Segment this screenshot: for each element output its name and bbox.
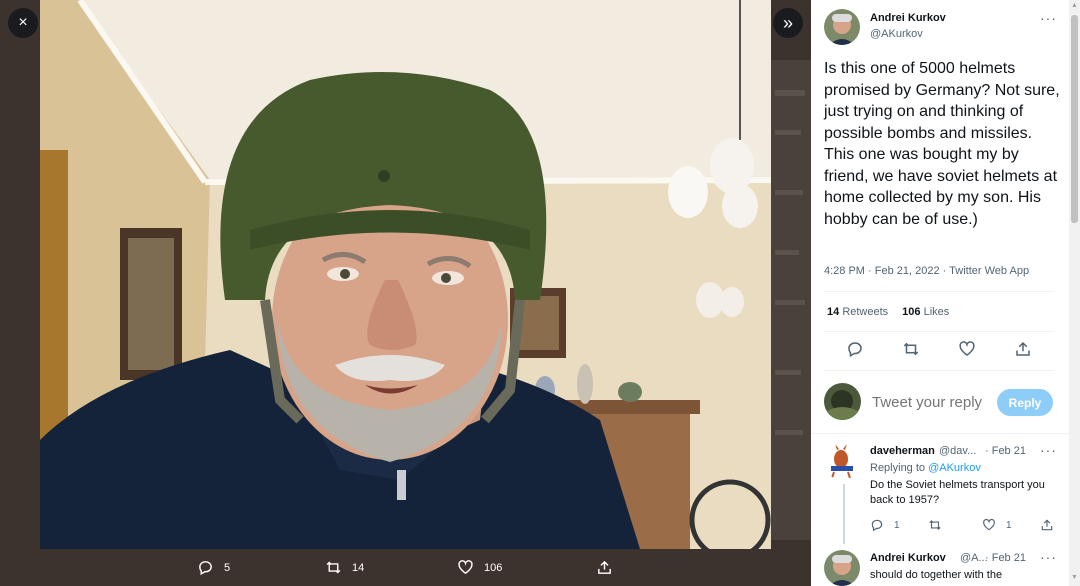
reply-avatar[interactable]: [824, 444, 860, 480]
reply-like-button[interactable]: 1: [982, 518, 1012, 532]
reply-date[interactable]: · Feb 21: [985, 552, 1026, 564]
close-icon: ×: [18, 14, 28, 31]
retweet-button[interactable]: [902, 340, 922, 360]
reply-avatar[interactable]: [824, 550, 860, 586]
heart-icon: [959, 341, 975, 356]
reply-author-name[interactable]: Andrei Kurkov: [870, 552, 946, 564]
reply-share-button[interactable]: [1040, 518, 1054, 532]
media-like-button[interactable]: 106: [457, 549, 502, 586]
divider: [824, 331, 1054, 332]
reply-input[interactable]: [872, 394, 992, 411]
reply-icon: [871, 519, 883, 532]
share-icon: [1016, 341, 1030, 356]
media-reply-count: 5: [224, 561, 231, 574]
scrollbar-thumb[interactable]: [1071, 15, 1078, 223]
share-icon: [598, 560, 611, 574]
likes-count: 106: [902, 306, 921, 318]
reply-like-count: 1: [1006, 519, 1012, 531]
media-action-bar: 5 14 106: [0, 549, 811, 586]
current-user-avatar[interactable]: [824, 383, 861, 420]
like-button[interactable]: [958, 340, 978, 360]
reply-reply-count: 1: [894, 519, 900, 531]
tweet-text: Is this one of 5000 helmets promised by …: [824, 60, 1060, 228]
replying-to-handle[interactable]: @AKurkov: [928, 462, 981, 474]
reply-icon: [199, 561, 212, 576]
tweet-actions: [811, 340, 1069, 362]
divider: [811, 433, 1069, 434]
close-button[interactable]: ×: [8, 8, 38, 38]
media-retweet-count: 14: [352, 561, 365, 574]
retweets-stat[interactable]: 14 Retweets: [827, 306, 888, 318]
divider: [824, 370, 1054, 371]
likes-stat[interactable]: 106 Likes: [902, 306, 949, 318]
retweets-count: 14: [827, 306, 840, 318]
reply-reply-button[interactable]: 1: [870, 518, 900, 532]
helmet-selfie-image: [40, 0, 771, 549]
media-reply-button[interactable]: 5: [197, 549, 230, 586]
reply-author-handle[interactable]: @dav...: [939, 445, 976, 457]
reply-text: should do together with the: [870, 569, 1003, 581]
tweet-photo[interactable]: [40, 0, 771, 549]
reply-more-options-icon[interactable]: ···: [1040, 549, 1057, 565]
share-button[interactable]: [1014, 340, 1034, 360]
reply-button[interactable]: [846, 340, 866, 360]
reply-composer: Reply: [811, 378, 1069, 428]
scroll-down-arrow-icon[interactable]: ▼: [1069, 574, 1080, 584]
reply-author-handle[interactable]: @A...: [960, 552, 988, 564]
tweet-time[interactable]: 4:28 PM: [824, 265, 865, 277]
tweet-date[interactable]: Feb 21, 2022: [875, 265, 940, 277]
tweet-source[interactable]: Twitter Web App: [949, 265, 1029, 277]
author-handle[interactable]: @AKurkov: [870, 28, 923, 40]
reply-text: Do the Soviet helmets transport you back…: [870, 479, 1045, 506]
double-chevron-right-icon: »: [782, 12, 793, 33]
media-share-button[interactable]: [596, 549, 613, 586]
retweet-icon: [326, 561, 341, 574]
tweet-stats: 14 Retweets 106 Likes: [827, 306, 949, 318]
meta-separator: ·: [864, 265, 875, 277]
share-icon: [1041, 519, 1053, 531]
scroll-up-arrow-icon[interactable]: ▲: [1069, 2, 1080, 12]
retweet-icon: [903, 342, 919, 356]
retweet-icon: [929, 520, 941, 530]
media-viewer: × » 5 14 106: [0, 0, 811, 586]
heart-icon: [983, 518, 995, 531]
reply-icon: [848, 342, 862, 358]
media-like-count: 106: [484, 561, 503, 574]
reply-date[interactable]: · Feb 21: [985, 445, 1026, 457]
retweets-label: Retweets: [842, 306, 889, 318]
reply-author-name[interactable]: daveherman: [870, 445, 935, 457]
media-retweet-button[interactable]: 14: [325, 549, 364, 586]
thread-line: [843, 484, 845, 544]
heart-icon: [458, 560, 473, 575]
tweet-metadata: 4:28 PM · Feb 21, 2022 · Twitter Web App: [824, 265, 1029, 277]
more-options-icon[interactable]: ···: [1040, 10, 1057, 26]
meta-separator: ·: [939, 265, 950, 277]
replying-to-prefix: Replying to: [870, 462, 929, 474]
author-avatar[interactable]: [824, 9, 860, 45]
reply-more-options-icon[interactable]: ···: [1040, 442, 1057, 458]
replying-to: Replying to @AKurkov: [870, 461, 981, 476]
tweet-detail-panel: Andrei Kurkov @AKurkov ··· Is this one o…: [811, 0, 1069, 586]
divider: [824, 291, 1054, 292]
scrollbar[interactable]: ▲ ▼: [1069, 0, 1080, 586]
author-name[interactable]: Andrei Kurkov: [870, 12, 946, 24]
likes-label: Likes: [923, 306, 950, 318]
toggle-panel-button[interactable]: »: [773, 8, 803, 38]
reply-retweet-button[interactable]: [928, 518, 952, 532]
reply-submit-button[interactable]: Reply: [997, 389, 1053, 416]
